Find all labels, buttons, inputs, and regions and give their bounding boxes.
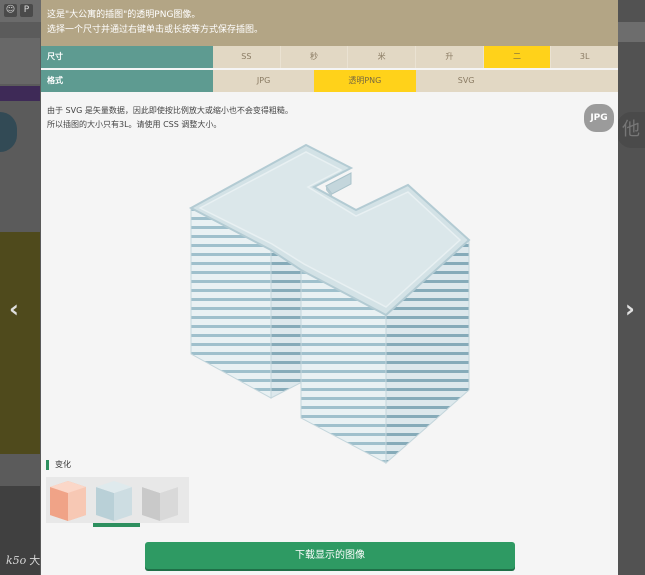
apartment-building-illustration: [188, 143, 471, 465]
description-line-2: 所以插图的大小只有3L。请使用 CSS 调整大小。: [47, 120, 222, 129]
orange-building-variant[interactable]: [46, 477, 92, 523]
size-label: 尺寸: [41, 46, 213, 68]
variants-title: 变化: [46, 460, 71, 470]
format-option: [516, 70, 618, 92]
description-line-1: 由于 SVG 是矢量数据，因此即使按比例放大或缩小也不会变得粗糙。: [47, 106, 293, 115]
format-option[interactable]: JPG: [213, 70, 315, 92]
gray-building-variant[interactable]: [138, 477, 184, 523]
size-options: SS 秒米升二 3L: [213, 46, 619, 68]
background-right-badge: 他: [616, 112, 645, 148]
format-options: JPG 透明PNG SVG: [213, 70, 618, 92]
format-option-row: 格式 JPG 透明PNG SVG: [41, 70, 618, 92]
format-label: 格式: [41, 70, 213, 92]
next-arrow-icon[interactable]: ›: [625, 295, 635, 323]
size-option[interactable]: 升: [415, 46, 483, 68]
modal-header-line-2: 选择一个尺寸并通过右键单击或长按等方式保存插图。: [47, 25, 264, 35]
size-option[interactable]: SS: [213, 46, 280, 68]
download-button[interactable]: 下载显示的图像: [145, 542, 515, 569]
svg-description: 由于 SVG 是矢量数据，因此即使按比例放大或缩小也不会变得粗糙。 所以插图的大…: [47, 104, 293, 132]
size-option[interactable]: 二: [482, 46, 551, 68]
emoji-icon: ☺: [4, 4, 17, 17]
previous-arrow-icon[interactable]: ‹: [9, 295, 19, 323]
parking-icon: P: [20, 4, 33, 17]
modal-header: 这是"大公寓的插图"的透明PNG图像。 选择一个尺寸并通过右键单击或长按等方式保…: [41, 0, 618, 46]
variants-list: [46, 477, 189, 523]
background-left-image: [0, 232, 40, 454]
background-right-bar: [617, 22, 645, 42]
format-option[interactable]: 透明PNG: [314, 70, 416, 92]
size-option[interactable]: 米: [347, 46, 416, 68]
size-option[interactable]: 3L: [550, 46, 619, 68]
size-option-row: 尺寸 SS 秒米升二 3L: [41, 46, 619, 68]
background-right-panel: [617, 0, 645, 575]
image-download-modal: 这是"大公寓的插图"的透明PNG图像。 选择一个尺寸并通过右键单击或长按等方式保…: [41, 0, 619, 575]
format-option[interactable]: SVG: [415, 70, 517, 92]
background-left-card: [0, 38, 40, 84]
jpg-format-badge[interactable]: JPG: [584, 104, 614, 132]
blue-building-variant[interactable]: [92, 477, 138, 523]
background-left-banner: [0, 86, 40, 101]
size-option[interactable]: 秒: [279, 46, 348, 68]
watermark-logo: k5o: [6, 553, 27, 567]
modal-header-line-1: 这是"大公寓的插图"的透明PNG图像。: [47, 10, 201, 20]
selected-variant-indicator: [93, 523, 140, 527]
